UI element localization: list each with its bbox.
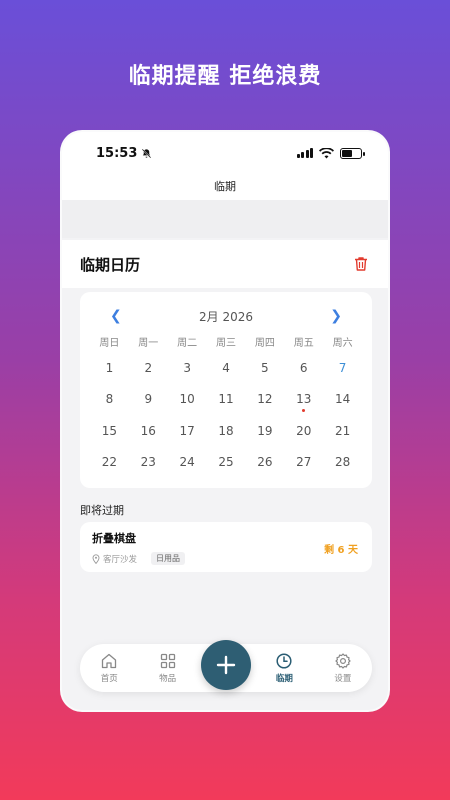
weekday-label: 周三 [216,337,236,349]
tab-home-label: 首页 [100,674,118,684]
next-month-chevron-icon[interactable]: ❯ [330,308,342,324]
calendar-day[interactable]: 1 [90,361,129,375]
status-bar: 15:53 [62,132,388,174]
tab-items[interactable]: 物品 [138,652,196,684]
calendar-day[interactable]: 9 [129,392,168,406]
calendar-day[interactable]: 4 [207,361,246,375]
calendar-day[interactable]: 15 [90,424,129,438]
expiring-section-title: 即将过期 [80,504,124,517]
tab-items-label: 物品 [159,674,177,684]
gear-icon [335,653,351,669]
weekday-label: 周四 [254,337,275,349]
status-time-text: 15:53 [96,145,138,161]
expiring-item-card[interactable]: 折叠棋盘 客厅沙发 日用品 剩 6 天 [80,522,372,572]
calendar-day[interactable]: 14 [323,392,362,406]
calendar-day[interactable]: 8 [90,392,129,406]
calendar-day-today[interactable]: 13 [284,392,323,413]
prev-month-chevron-icon[interactable]: ❮ [110,308,122,324]
weekday-label: 周五 [293,337,314,349]
calendar-day[interactable]: 12 [245,392,284,406]
month-label: 2月 2026 [199,309,253,324]
calendar-day[interactable]: 16 [129,424,168,438]
calendar-day[interactable]: 7 [323,361,362,375]
signal-icon [296,148,313,158]
calendar-day[interactable]: 24 [168,455,207,469]
home-icon [102,653,117,669]
calendar-day[interactable]: 5 [245,361,284,375]
calendar-day[interactable]: 23 [129,455,168,469]
calendar-day[interactable]: 17 [168,424,207,438]
add-button[interactable] [201,640,252,690]
calendar-day[interactable]: 22 [90,455,129,469]
calendar-day[interactable]: 19 [245,424,284,438]
calendar-day[interactable]: 18 [207,424,246,438]
calendar-week: 8 9 10 11 12 13 14 [90,384,362,416]
tab-home[interactable]: 首页 [80,652,138,684]
spacer-band [62,200,388,238]
calendar-week: 22 23 24 25 26 27 28 [90,447,362,479]
item-category-tag: 日用品 [151,552,186,565]
bottom-tab-bar: 首页 物品 临期 设置 [80,640,372,692]
calendar-day[interactable]: 10 [168,392,207,406]
phone-frame: 15:53 临期 临期日历 ❮ 2月 2026 ❯ 周日 周一 周二 周三 周四… [60,130,390,712]
status-time: 15:53 [96,146,152,161]
calendar-card: ❮ 2月 2026 ❯ 周日 周一 周二 周三 周四 周五 周六 1 2 3 4… [80,292,372,488]
weekday-label: 周日 [99,337,120,349]
clock-icon [276,653,292,669]
tab-settings-label: 设置 [334,674,352,684]
plus-icon [216,655,236,675]
calendar-day[interactable]: 2 [129,361,168,375]
calendar-day[interactable]: 25 [207,455,246,469]
calendar-day[interactable]: 27 [284,455,323,469]
tab-expiry-label: 临期 [275,674,293,684]
status-icons [296,147,365,159]
weekday-header: 周日 周一 周二 周三 周四 周五 周六 [90,330,362,352]
calendar-title: 临期日历 [80,255,141,274]
grid-icon [160,653,175,669]
tab-add [197,640,255,690]
location-pin-icon [92,553,100,564]
weekday-label: 周一 [138,337,159,349]
item-remaining-days: 剩 6 天 [324,545,358,556]
calendar-day[interactable]: 20 [284,424,323,438]
item-name: 折叠棋盘 [92,532,136,545]
calendar-day[interactable]: 26 [245,455,284,469]
bell-muted-icon [142,148,152,158]
calendar-day[interactable]: 21 [323,424,362,438]
item-location-text: 客厅沙发 [103,554,138,565]
item-meta: 客厅沙发 日用品 [92,552,360,565]
weekday-label: 周六 [332,337,353,349]
calendar-day[interactable]: 3 [168,361,207,375]
tab-expiry[interactable]: 临期 [255,652,313,684]
calendar-week: 1 2 3 4 5 6 7 [90,352,362,384]
wifi-icon [319,147,334,158]
tab-settings[interactable]: 设置 [314,652,372,684]
trash-icon[interactable] [352,255,370,273]
calendar-header: 临期日历 [62,240,388,288]
nav-title: 临期 [62,174,388,200]
headline: 临期提醒 拒绝浪费 [128,64,322,89]
calendar-week: 15 16 17 18 19 20 21 [90,415,362,447]
calendar-day[interactable]: 11 [207,392,246,406]
calendar-day[interactable]: 28 [323,455,362,469]
item-location: 客厅沙发 [92,553,137,565]
calendar-day[interactable]: 6 [284,361,323,375]
month-navigation: ❮ 2月 2026 ❯ [90,302,362,330]
weekday-label: 周二 [177,337,198,349]
battery-icon [340,147,365,159]
